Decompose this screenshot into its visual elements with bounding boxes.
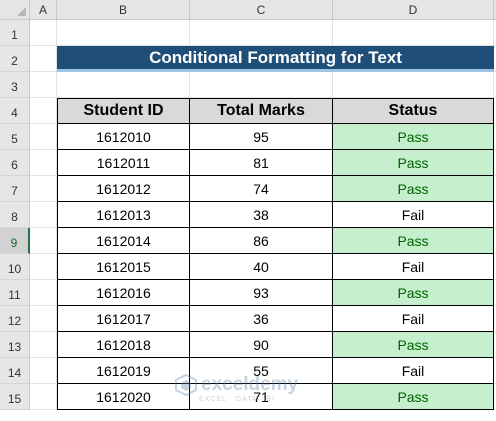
total-marks-cell[interactable]: 40 xyxy=(190,254,333,280)
row-header-10[interactable]: 10 xyxy=(0,254,30,280)
empty-cell[interactable] xyxy=(30,358,57,384)
row-header-13[interactable]: 13 xyxy=(0,332,30,358)
total-marks-cell[interactable]: 95 xyxy=(190,124,333,150)
empty-cell[interactable] xyxy=(30,254,57,280)
empty-cell[interactable] xyxy=(30,280,57,306)
empty-cell[interactable] xyxy=(30,124,57,150)
select-all-corner[interactable] xyxy=(0,0,30,20)
empty-cell[interactable] xyxy=(30,202,57,228)
row-header-4[interactable]: 4 xyxy=(0,98,30,124)
row-header-8[interactable]: 8 xyxy=(0,202,30,228)
student-id-cell[interactable]: 1612013 xyxy=(57,202,190,228)
total-marks-cell[interactable]: 90 xyxy=(190,332,333,358)
student-id-cell[interactable]: 1612016 xyxy=(57,280,190,306)
total-marks-cell[interactable]: 38 xyxy=(190,202,333,228)
status-cell[interactable]: Pass xyxy=(333,228,494,254)
empty-cell[interactable] xyxy=(30,306,57,332)
empty-cell[interactable] xyxy=(30,46,57,72)
empty-cell[interactable] xyxy=(57,20,190,46)
total-marks-cell[interactable]: 74 xyxy=(190,176,333,202)
empty-cell[interactable] xyxy=(333,20,494,46)
row-header-7[interactable]: 7 xyxy=(0,176,30,202)
empty-cell[interactable] xyxy=(30,98,57,124)
column-header-b[interactable]: B xyxy=(57,0,190,20)
student-id-cell[interactable]: 1612014 xyxy=(57,228,190,254)
total-marks-cell[interactable]: 86 xyxy=(190,228,333,254)
row-header-6[interactable]: 6 xyxy=(0,150,30,176)
status-cell[interactable]: Fail xyxy=(333,202,494,228)
empty-cell[interactable] xyxy=(30,332,57,358)
empty-cell[interactable] xyxy=(30,384,57,410)
total-marks-cell[interactable]: 93 xyxy=(190,280,333,306)
student-id-cell[interactable]: 1612011 xyxy=(57,150,190,176)
header-total-marks[interactable]: Total Marks xyxy=(189,98,333,124)
row-header-1[interactable]: 1 xyxy=(0,20,30,46)
student-id-cell[interactable]: 1612017 xyxy=(57,306,190,332)
total-marks-cell[interactable]: 55 xyxy=(190,358,333,384)
status-cell[interactable]: Fail xyxy=(333,358,494,384)
student-id-cell[interactable]: 1612015 xyxy=(57,254,190,280)
empty-cell[interactable] xyxy=(30,228,57,254)
student-id-cell[interactable]: 1612019 xyxy=(57,358,190,384)
status-cell[interactable]: Pass xyxy=(333,384,494,410)
row-header-12[interactable]: 12 xyxy=(0,306,30,332)
status-cell[interactable]: Pass xyxy=(333,280,494,306)
empty-cell[interactable] xyxy=(190,72,333,98)
empty-cell[interactable] xyxy=(30,72,57,98)
column-header-a[interactable]: A xyxy=(30,0,57,20)
status-cell[interactable]: Fail xyxy=(333,254,494,280)
status-cell[interactable]: Fail xyxy=(333,306,494,332)
status-cell[interactable]: Pass xyxy=(333,124,494,150)
column-header-d[interactable]: D xyxy=(333,0,494,20)
status-cell[interactable]: Pass xyxy=(333,176,494,202)
row-header-2[interactable]: 2 xyxy=(0,46,30,72)
total-marks-cell[interactable]: 71 xyxy=(190,384,333,410)
empty-cell[interactable] xyxy=(30,150,57,176)
sheet-title[interactable]: Conditional Formatting for Text xyxy=(57,46,494,72)
empty-cell[interactable] xyxy=(333,72,494,98)
student-id-cell[interactable]: 1612018 xyxy=(57,332,190,358)
header-status[interactable]: Status xyxy=(332,98,494,124)
student-id-cell[interactable]: 1612010 xyxy=(57,124,190,150)
empty-cell[interactable] xyxy=(30,176,57,202)
empty-cell[interactable] xyxy=(57,72,190,98)
column-header-c[interactable]: C xyxy=(190,0,333,20)
row-header-11[interactable]: 11 xyxy=(0,280,30,306)
total-marks-cell[interactable]: 81 xyxy=(190,150,333,176)
row-header-5[interactable]: 5 xyxy=(0,124,30,150)
status-cell[interactable]: Pass xyxy=(333,150,494,176)
status-cell[interactable]: Pass xyxy=(333,332,494,358)
row-header-9[interactable]: 9 xyxy=(0,228,30,254)
spreadsheet-grid: A B C D Conditional Formatting for Text … xyxy=(0,0,496,421)
empty-cell[interactable] xyxy=(190,20,333,46)
row-header-14[interactable]: 14 xyxy=(0,358,30,384)
row-header-15[interactable]: 15 xyxy=(0,384,30,410)
row-header-3[interactable]: 3 xyxy=(0,72,30,98)
header-student-id[interactable]: Student ID xyxy=(57,98,190,124)
student-id-cell[interactable]: 1612020 xyxy=(57,384,190,410)
total-marks-cell[interactable]: 36 xyxy=(190,306,333,332)
student-id-cell[interactable]: 1612012 xyxy=(57,176,190,202)
empty-cell[interactable] xyxy=(30,20,57,46)
